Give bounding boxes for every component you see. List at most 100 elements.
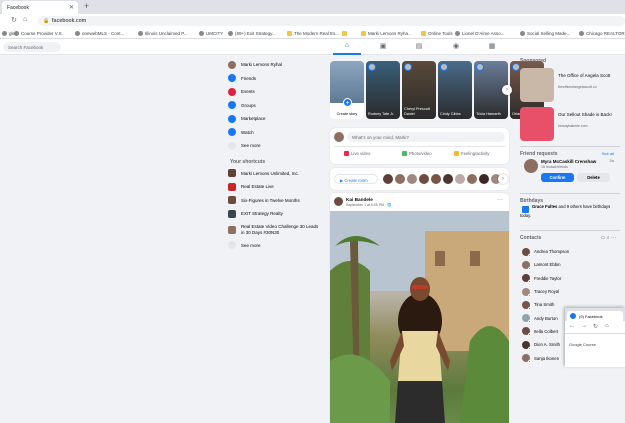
forward-icon[interactable]: →: [581, 323, 587, 329]
bookmark-item[interactable]: Lionel D'Aime Asso...: [455, 31, 504, 37]
sidebar-item[interactable]: Friends: [228, 72, 328, 86]
groups-nav-icon[interactable]: ◉: [451, 42, 461, 52]
gaming-nav-icon[interactable]: ▦: [487, 42, 497, 52]
avatar[interactable]: [431, 174, 441, 184]
avatar[interactable]: [407, 174, 417, 184]
marketplace-nav-icon[interactable]: ▤: [414, 42, 424, 52]
ad-title[interactable]: The Office of Angela Scott: [558, 73, 618, 79]
video-call-icon[interactable]: ▭: [601, 235, 606, 241]
plus-icon[interactable]: +: [343, 98, 352, 107]
chevron-right-icon[interactable]: ›: [502, 85, 512, 95]
online-status-icon: [528, 266, 531, 270]
ad-image[interactable]: [520, 68, 554, 102]
more-options-icon[interactable]: ···: [611, 235, 616, 241]
new-tab-icon[interactable]: +: [84, 1, 89, 11]
bookmark-item[interactable]: Social Selling Made...: [520, 31, 570, 37]
avatar[interactable]: [383, 174, 393, 184]
sidebar-item[interactable]: Marketplace: [228, 112, 328, 126]
home-icon[interactable]: ⌂: [23, 16, 27, 23]
bookmark-item[interactable]: UMCITY: [199, 31, 223, 37]
bookmark-label: onewebMLS - Cont...: [82, 31, 125, 36]
birthday-notice[interactable]: Grace Fultes and 9 others have birthdays…: [520, 204, 620, 226]
avatar[interactable]: [524, 159, 538, 173]
avatar[interactable]: [334, 197, 343, 206]
divider: [520, 230, 620, 231]
search-input[interactable]: Search Facebook: [3, 42, 61, 52]
chevron-down-icon: [228, 141, 236, 150]
sidebar-item[interactable]: See more: [228, 139, 328, 153]
contact-item[interactable]: Lamont Ebbin: [520, 258, 620, 271]
composer-action-button[interactable]: Feeling/activity: [454, 151, 489, 156]
close-icon[interactable]: ✕: [69, 4, 74, 11]
delete-button[interactable]: Delete: [577, 173, 610, 182]
sponsored-ad[interactable]: Our Sellout Shade is Back! beautybakerie.…: [520, 107, 620, 142]
avatar[interactable]: [467, 174, 477, 184]
shortcut-item[interactable]: Real Estate Live: [228, 180, 328, 194]
shortcut-label: EXIT Strategy Realty: [241, 211, 283, 217]
bookmark-item[interactable]: Marki Lemons Ryha...: [361, 31, 412, 37]
avatar[interactable]: [419, 174, 429, 184]
chevron-right-icon[interactable]: ›: [498, 174, 508, 184]
story-card[interactable]: Cheryl Prescott Daniel: [402, 61, 436, 119]
contact-name: Freddie Taylor: [534, 275, 562, 281]
contact-name: Tina Smith: [534, 302, 555, 308]
bookmark-item[interactable]: Course Provider V.S.: [14, 31, 63, 37]
composer-action-button[interactable]: Photo/video: [402, 151, 432, 156]
sidebar-item[interactable]: Marki Lemons Ryhal: [228, 58, 328, 72]
address-bar[interactable]: 🔒 facebook.com: [38, 16, 625, 26]
bookmark-item[interactable]: Chicago REALTORS...: [579, 31, 625, 37]
watch-nav-icon[interactable]: ▣: [378, 42, 388, 52]
avatar[interactable]: [455, 174, 465, 184]
shortcut-item[interactable]: EXIT Strategy Realty: [228, 207, 328, 221]
reload-icon[interactable]: ↻: [11, 16, 17, 24]
contact-item[interactable]: Andrea Thompson: [520, 245, 620, 258]
ad-image[interactable]: [520, 107, 554, 141]
back-icon[interactable]: ←: [569, 323, 575, 329]
shortcut-item[interactable]: Real Estate Video Challenge 30 Leads in …: [228, 221, 328, 239]
bookmark-item[interactable]: onewebMLS - Cont...: [75, 31, 125, 37]
post-timestamp[interactable]: September 1 at 6:05 PM · 🌐: [346, 203, 391, 207]
bookmark-item[interactable]: The Modern Real Es...: [287, 31, 339, 37]
friend-requests: Friend requests See all Myra McCaskill C…: [520, 151, 620, 189]
avatar: [522, 260, 531, 270]
bookmark-item[interactable]: [342, 31, 349, 37]
more-options-icon[interactable]: ···: [497, 197, 503, 203]
avatar: [522, 354, 531, 364]
avatar[interactable]: [479, 174, 489, 184]
shortcut-item[interactable]: See more: [228, 239, 328, 253]
confirm-button[interactable]: Confirm: [541, 173, 574, 182]
ad-title[interactable]: Our Sellout Shade is Back!: [558, 112, 618, 118]
shortcut-item[interactable]: Marki Lemons Unlimited, Inc.: [228, 167, 328, 181]
home-icon[interactable]: ⌂: [605, 323, 609, 329]
post-photo[interactable]: [330, 211, 509, 423]
home-nav-icon[interactable]: ⌂: [342, 42, 352, 52]
browser-tab[interactable]: (9) Facebook: [567, 311, 623, 321]
avatar[interactable]: [395, 174, 405, 184]
contact-name: Lamont Ebbin: [534, 262, 561, 268]
browser-tab[interactable]: Facebook ✕: [2, 1, 78, 14]
create-room-button[interactable]: ▶ Create room: [334, 174, 378, 184]
search-icon[interactable]: ⌕: [607, 235, 610, 241]
reload-icon[interactable]: ↻: [593, 323, 598, 330]
composer-input[interactable]: What's on your mind, Marki?: [347, 132, 505, 142]
contact-item[interactable]: Tracey Royal: [520, 285, 620, 298]
story-card[interactable]: Cindy Gibbs: [438, 61, 472, 119]
post-author[interactable]: Kai Bandele: [346, 197, 373, 202]
create-story-card[interactable]: + Create story: [330, 61, 364, 119]
sidebar-item[interactable]: Groups: [228, 99, 328, 113]
see-all-link[interactable]: See all: [602, 151, 614, 156]
sponsored-ad[interactable]: The Office of Angela Scott theofficeofang…: [520, 68, 620, 103]
gift-icon: [522, 206, 529, 213]
sidebar-item[interactable]: Events: [228, 85, 328, 99]
bookmark-item[interactable]: Illinois Unclaimed P...: [138, 31, 187, 37]
request-name[interactable]: Myra McCaskill Crenshaw: [541, 159, 596, 164]
avatar[interactable]: [443, 174, 453, 184]
contact-item[interactable]: Freddie Taylor: [520, 272, 620, 285]
secondary-browser-window[interactable]: (9) Facebook ← → ↻ ⌂ Google Course: [565, 308, 625, 367]
story-card[interactable]: Rodney Tate Jr.: [366, 61, 400, 119]
shortcut-item[interactable]: Six-Figures in Twelve Months: [228, 194, 328, 208]
bookmark-item[interactable]: (89+) Exit Strategy...: [228, 31, 276, 37]
composer-action-button[interactable]: Live video: [344, 151, 370, 156]
sidebar-item[interactable]: Watch: [228, 126, 328, 140]
bookmark-item[interactable]: Online Tools: [421, 31, 453, 37]
